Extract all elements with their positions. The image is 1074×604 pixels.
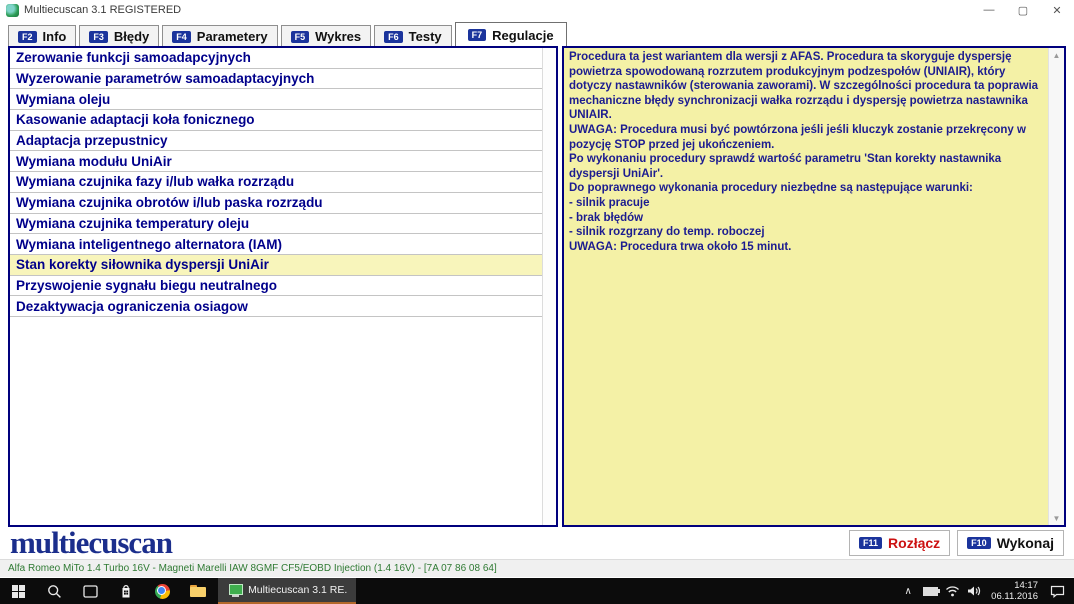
- disconnect-label: Rozłącz: [888, 534, 941, 551]
- maximize-button[interactable]: ▢: [1006, 0, 1040, 20]
- window-controls: — ▢ ✕: [972, 0, 1074, 20]
- clock-time: 14:17: [1014, 580, 1038, 591]
- tab-wykres[interactable]: F5 Wykres: [280, 25, 372, 48]
- taskbar-app-label: Multiecuscan 3.1 RE...: [248, 584, 347, 596]
- task-view-button[interactable]: [72, 578, 108, 604]
- description-panel: Procedura ta jest wariantem dla wersji z…: [562, 46, 1066, 527]
- taskbar-app-multiecuscan[interactable]: Multiecuscan 3.1 RE...: [218, 578, 356, 604]
- title-bar: Multiecuscan 3.1 REGISTERED — ▢ ✕: [0, 0, 1074, 20]
- tab-label: Błędy: [113, 29, 150, 44]
- description-line: Do poprawnego wykonania procedury niezbę…: [569, 182, 973, 195]
- procedure-row[interactable]: Wymiana oleju: [10, 89, 543, 111]
- procedure-row[interactable]: Kasowanie adaptacji koła fonicznego: [10, 110, 543, 131]
- window-title: Multiecuscan 3.1 REGISTERED: [24, 4, 182, 16]
- fkey-badge: F3: [89, 30, 108, 43]
- description-line: Po wykonaniu procedury sprawdź wartość p…: [569, 153, 1002, 180]
- app-icon: [6, 3, 19, 17]
- procedure-row[interactable]: Wymiana czujnika temperatury oleju: [10, 214, 543, 235]
- start-button[interactable]: [0, 578, 36, 604]
- fkey-badge: F6: [384, 30, 403, 43]
- description-line: Procedura ta jest wariantem dla wersji z…: [569, 51, 1039, 122]
- fkey-badge: F2: [18, 30, 37, 43]
- taskbar-clock[interactable]: 14:17 06.11.2016: [985, 580, 1046, 602]
- multiecuscan-logo: multiecuscan: [10, 524, 173, 560]
- tab-błędy[interactable]: F3 Błędy: [79, 25, 160, 48]
- procedure-row[interactable]: Wyzerowanie parametrów samoadaptacyjnych: [10, 69, 543, 90]
- close-button[interactable]: ✕: [1040, 0, 1074, 20]
- folder-icon: [190, 585, 206, 597]
- chrome-icon: [154, 583, 170, 599]
- tab-regulacje[interactable]: F7 Regulacje: [454, 22, 567, 48]
- status-bar: Alfa Romeo MiTo 1.4 Turbo 16V - Magneti …: [0, 559, 1074, 577]
- clock-date: 06.11.2016: [991, 591, 1038, 602]
- description-text: Procedura ta jest wariantem dla wersji z…: [564, 48, 1049, 525]
- system-tray: ∧ 14:17 06.11.2016: [897, 578, 1074, 604]
- description-line: - brak błędów: [569, 211, 644, 224]
- scroll-up-icon[interactable]: ▲: [1049, 48, 1064, 62]
- procedure-row[interactable]: Dezaktywacja ograniczenia osiagow: [10, 296, 543, 317]
- taskbar: Multiecuscan 3.1 RE... ∧ 14:17 06.11.201…: [0, 578, 1074, 604]
- tab-label: Info: [42, 29, 67, 44]
- fkey-badge: F5: [290, 30, 310, 43]
- description-scrollbar[interactable]: ▲ ▼: [1048, 48, 1064, 525]
- fkey-badge: F10: [967, 536, 991, 549]
- battery-icon[interactable]: [919, 578, 941, 604]
- chrome-button[interactable]: [144, 578, 180, 604]
- procedure-row[interactable]: Wymiana czujnika fazy i/lub wałka rozrzą…: [10, 172, 543, 193]
- procedure-row[interactable]: Stan korekty siłownika dyspersji UniAir: [10, 254, 543, 276]
- action-center-button[interactable]: [1046, 578, 1068, 604]
- description-line: - silnik rozgrzany do temp. roboczej: [569, 226, 765, 239]
- procedure-row[interactable]: Przyswojenie sygnału biegu neutralnego: [10, 276, 543, 297]
- procedure-list-scrollbar[interactable]: [542, 48, 556, 525]
- footer-row: multiecuscan F11 Rozłącz F10 Wykonaj: [0, 527, 1074, 558]
- wifi-icon[interactable]: [941, 578, 963, 604]
- execute-label: Wykonaj: [996, 534, 1054, 551]
- search-button[interactable]: [36, 578, 72, 604]
- volume-icon[interactable]: [963, 578, 985, 604]
- tray-chevron-icon[interactable]: ∧: [897, 578, 919, 604]
- file-explorer-button[interactable]: [180, 578, 216, 604]
- description-line: - silnik pracuje: [569, 196, 650, 209]
- multiecuscan-taskbar-icon: [227, 583, 243, 597]
- procedure-row[interactable]: Adaptacja przepustnicy: [10, 131, 543, 152]
- tab-info[interactable]: F2 Info: [8, 25, 77, 48]
- fkey-badge: F7: [467, 29, 487, 41]
- tab-label: Parametery: [196, 29, 268, 44]
- procedure-row[interactable]: Wymiana czujnika obrotów i/lub paska roz…: [10, 193, 543, 214]
- store-icon: [122, 584, 130, 597]
- description-line: UWAGA: Procedura trwa około 15 minut.: [569, 240, 792, 253]
- task-view-icon: [82, 584, 98, 598]
- fkey-badge: F4: [172, 30, 191, 43]
- windows-logo-icon: [11, 584, 25, 598]
- procedure-list: Zerowanie funkcji samoadapcyjnych Wyzerow…: [10, 48, 543, 525]
- store-button[interactable]: [108, 578, 144, 604]
- description-line: UWAGA: Procedura musi być powtórzona jeś…: [569, 123, 1026, 151]
- procedure-panel: Zerowanie funkcji samoadapcyjnych Wyzerow…: [8, 46, 558, 527]
- tab-testy[interactable]: F6 Testy: [374, 25, 452, 48]
- procedure-row[interactable]: Wymiana inteligentnego alternatora (IAM): [10, 234, 543, 255]
- tab-parametery[interactable]: F4 Parametery: [162, 25, 278, 48]
- tab-label: Regulacje: [492, 27, 554, 43]
- tab-label: Wykres: [315, 29, 362, 44]
- tab-label: Testy: [408, 29, 442, 44]
- vehicle-status-text: Alfa Romeo MiTo 1.4 Turbo 16V - Magneti …: [8, 563, 497, 574]
- fkey-badge: F11: [859, 536, 883, 549]
- execute-button[interactable]: F10 Wykonaj: [957, 529, 1064, 556]
- tab-bar: F2 Info F3 Błędy F4 Parametery F5 Wykres F6 Testy…: [8, 22, 570, 48]
- search-icon: [47, 584, 61, 598]
- app-window: Multiecuscan 3.1 REGISTERED — ▢ ✕ F2 Info…: [0, 0, 1074, 604]
- action-buttons: F11 Rozłącz F10 Wykonaj: [849, 529, 1064, 556]
- minimize-button[interactable]: —: [972, 0, 1006, 20]
- procedure-row[interactable]: Zerowanie funkcji samoadapcyjnych: [10, 48, 543, 69]
- disconnect-button[interactable]: F11 Rozłącz: [849, 529, 951, 556]
- procedure-row[interactable]: Wymiana modułu UniAir: [10, 151, 543, 173]
- scroll-down-icon[interactable]: ▼: [1049, 511, 1064, 525]
